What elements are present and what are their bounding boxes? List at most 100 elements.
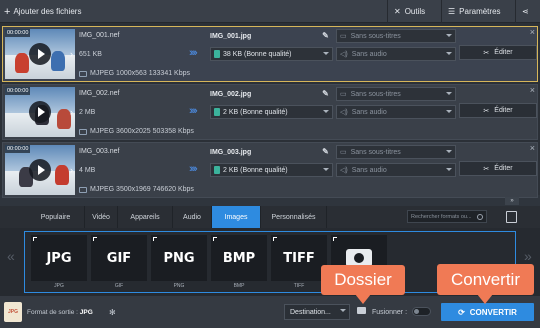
format-png[interactable]: PNG	[151, 235, 207, 281]
chevron-down-icon	[340, 309, 346, 312]
speaker-icon: ◁)	[340, 109, 348, 116]
pencil-icon[interactable]: ✎	[320, 30, 331, 41]
file-row[interactable]: 00:00:00 › IMG_001.nef 651 KB MJPEG 1000…	[2, 26, 538, 82]
tools-button[interactable]: ✕ Outils	[394, 0, 425, 23]
chevron-down-icon	[323, 168, 329, 171]
format-label: TIFF	[293, 283, 305, 289]
play-icon[interactable]	[29, 101, 51, 123]
subtitles-select[interactable]: ▭ Sans sous-titres	[336, 145, 456, 159]
film-icon	[79, 186, 87, 193]
tab-custom[interactable]: Personnalisés	[261, 206, 327, 228]
source-filesize: 651 KB	[79, 51, 102, 58]
folder-callout: Dossier	[321, 265, 405, 304]
audio-select[interactable]: ◁) Sans audio	[336, 47, 456, 61]
output-quality-select[interactable]: 38 KB (Bonne qualité)	[210, 47, 333, 61]
folder-icon[interactable]	[357, 307, 366, 314]
destination-select[interactable]: Destination...	[284, 304, 350, 320]
scissors-icon: ✂	[483, 107, 490, 115]
chevron-right-icon[interactable]: ›	[70, 165, 73, 175]
format-search-input[interactable]: Rechercher formats ou...	[407, 210, 487, 223]
menu-icon: ☰	[448, 7, 456, 16]
output-filename[interactable]: IMG_003.jpg ✎	[210, 145, 333, 159]
merge-label: Fusionner :	[372, 309, 408, 316]
file-list: 00:00:00 › IMG_001.nef 651 KB MJPEG 1000…	[0, 23, 540, 198]
chevron-down-icon	[446, 92, 452, 95]
edit-button[interactable]: ✂ Éditer	[459, 45, 537, 60]
source-filename: IMG_003.nef	[79, 148, 120, 155]
format-label: GIF	[114, 283, 124, 289]
convert-callout: Convertir	[437, 264, 534, 304]
subtitles-select[interactable]: ▭ Sans sous-titres	[336, 87, 456, 101]
play-icon[interactable]	[29, 159, 51, 181]
audio-select[interactable]: ◁) Sans audio	[336, 163, 456, 177]
refresh-icon: ⟳	[458, 307, 465, 317]
close-icon[interactable]: ×	[530, 143, 535, 153]
chevron-left-icon[interactable]: «	[7, 248, 15, 264]
bottom-bar: JPG Format de sortie : JPG ✻ Destination…	[0, 296, 540, 328]
close-icon[interactable]: ×	[530, 85, 535, 95]
audio-select[interactable]: ◁) Sans audio	[336, 105, 456, 119]
format-label: BMP	[233, 283, 245, 289]
gear-icon[interactable]: ✻	[109, 308, 116, 317]
format-label: PNG	[173, 283, 185, 289]
file-row[interactable]: 00:00:00 › IMG_002.nef 2 MB MJPEG 3600x2…	[2, 84, 538, 140]
chevron-down-icon	[446, 34, 452, 37]
tab-devices[interactable]: Appareils	[118, 206, 173, 228]
chevron-right-icon[interactable]: ›	[70, 107, 73, 117]
format-bmp[interactable]: BMP	[211, 235, 267, 281]
chevron-down-icon	[323, 52, 329, 55]
speech-bubble-icon: ▭	[340, 33, 347, 40]
collapse-panel-icon[interactable]: »	[505, 197, 519, 205]
subtitles-select[interactable]: ▭ Sans sous-titres	[336, 29, 456, 43]
pencil-icon[interactable]: ✎	[320, 88, 331, 99]
merge-toggle[interactable]	[412, 307, 431, 316]
file-thumbnail[interactable]: 00:00:00 ›	[5, 145, 75, 195]
format-jpg[interactable]: JPG	[31, 235, 87, 281]
file-thumbnail[interactable]: 00:00:00 ›	[5, 29, 75, 79]
file-thumbnail[interactable]: 00:00:00 ›	[5, 87, 75, 137]
source-meta-text: MJPEG 1000x563 133341 Kbps	[90, 70, 191, 77]
format-gif[interactable]: GIF	[91, 235, 147, 281]
image-file-icon	[214, 108, 220, 116]
settings-button[interactable]: ☰ Paramètres	[448, 0, 501, 23]
file-row[interactable]: 00:00:00 › IMG_003.nef 4 MB MJPEG 3500x1…	[2, 142, 538, 198]
convert-arrow-icon: ››››	[189, 105, 198, 117]
settings-label: Paramètres	[459, 7, 501, 16]
play-icon[interactable]	[29, 43, 51, 65]
source-filesize: 2 MB	[79, 109, 96, 116]
convert-button[interactable]: ⟳ CONVERTIR	[441, 303, 534, 321]
source-meta-text: MJPEG 3600x2025 503358 Kbps	[90, 128, 194, 135]
speech-bubble-icon: ▭	[340, 149, 347, 156]
convert-arrow-icon: ››››	[189, 47, 198, 59]
film-icon	[79, 128, 87, 135]
tools-icon: ✕	[394, 7, 401, 16]
output-filename[interactable]: IMG_001.jpg ✎	[210, 29, 333, 43]
detect-device-icon[interactable]	[506, 211, 517, 223]
edit-button[interactable]: ✂ Éditer	[459, 161, 537, 176]
share-button[interactable]: ⋖	[522, 0, 529, 23]
format-tiff[interactable]: TIFF	[271, 235, 327, 281]
search-icon	[477, 214, 483, 220]
chevron-right-icon[interactable]: »	[524, 248, 532, 264]
chevron-right-icon[interactable]: ›	[70, 49, 73, 59]
add-files-button[interactable]: + Ajouter des fichiers	[4, 0, 81, 23]
tab-video[interactable]: Vidéo	[85, 206, 118, 228]
speaker-icon: ◁)	[340, 167, 348, 174]
chevron-down-icon	[323, 110, 329, 113]
add-files-label: Ajouter des fichiers	[13, 7, 82, 16]
edit-button[interactable]: ✂ Éditer	[459, 103, 537, 118]
source-filesize: 4 MB	[79, 167, 96, 174]
output-filename[interactable]: IMG_002.jpg ✎	[210, 87, 333, 101]
output-format-chip[interactable]: JPG	[4, 302, 22, 322]
scissors-icon: ✂	[483, 49, 490, 57]
output-quality-select[interactable]: 2 KB (Bonne qualité)	[210, 105, 333, 119]
output-format-text: Format de sortie : JPG	[27, 309, 93, 316]
tab-popular[interactable]: Populaire	[27, 206, 85, 228]
output-quality-select[interactable]: 2 KB (Bonne qualité)	[210, 163, 333, 177]
source-filename: IMG_002.nef	[79, 90, 120, 97]
close-icon[interactable]: ×	[530, 27, 535, 37]
tab-audio[interactable]: Audio	[173, 206, 212, 228]
pencil-icon[interactable]: ✎	[320, 146, 331, 157]
chevron-down-icon	[446, 150, 452, 153]
tab-images[interactable]: Images	[212, 206, 261, 228]
